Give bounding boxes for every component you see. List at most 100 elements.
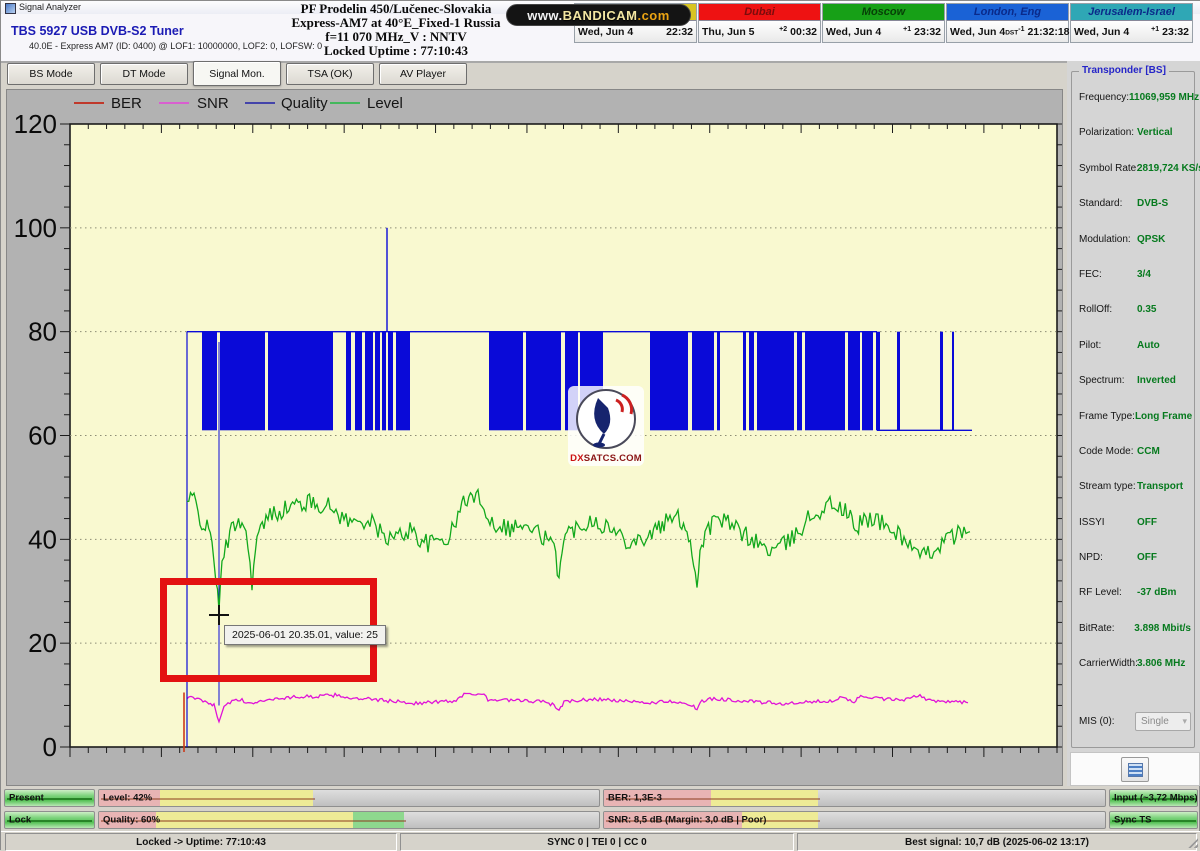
row-label: Code Mode:: [1079, 446, 1137, 457]
series-quality-block: [848, 332, 860, 431]
row-label: ISSYI: [1079, 517, 1137, 528]
y-axis-label-80: 80: [28, 317, 57, 347]
row-value: 11069,959 MHz: [1129, 92, 1199, 103]
series-quality-block: [805, 332, 845, 431]
signal-bar-label: BER: 1,3E-3: [608, 793, 662, 804]
y-axis-label-100: 100: [14, 213, 57, 243]
signal-bar-label: Lock: [9, 815, 31, 826]
series-quality-block: [743, 332, 746, 431]
row-value: Vertical: [1137, 127, 1173, 138]
y-axis-label-20: 20: [28, 628, 57, 658]
legend-label-quality: Quality: [281, 95, 328, 112]
signal-bar-level-42: Level: 42%: [98, 789, 600, 807]
header-note-line-4: Locked Uptime : 77:10:43: [256, 44, 536, 58]
row-value: 0.35: [1137, 304, 1156, 315]
clock-dst-label: DST: [1005, 30, 1018, 37]
series-quality-block: [897, 332, 900, 431]
clock-date: Wed, Jun 4: [826, 26, 881, 38]
series-quality-block: [749, 332, 754, 431]
signal-bar-lock: Lock: [4, 811, 95, 829]
y-axis-label-40: 40: [28, 524, 57, 554]
status-text: Best signal: 10,7 dB (2025-06-02 13:17): [905, 837, 1089, 848]
transponder-row-rf-level: RF Level:-37 dBm: [1079, 587, 1191, 622]
tab-dt-mode[interactable]: DT Mode: [100, 63, 188, 85]
series-quality-block: [526, 332, 561, 431]
series-quality-block: [365, 332, 373, 431]
row-label: Stream type:: [1079, 481, 1137, 492]
tab-signal-mon[interactable]: Signal Mon.: [193, 61, 281, 86]
clock-date: Wed, Jun 4: [950, 26, 1005, 38]
mis-label: MIS (0):: [1079, 716, 1135, 727]
series-quality-block: [489, 332, 523, 431]
signal-bar-label: Sync TS: [1114, 815, 1152, 826]
tab-av-player[interactable]: AV Player: [379, 63, 467, 85]
clock-jerusalem-israel: Jerusalem-IsraelWed, Jun 4+123:32: [1070, 3, 1193, 43]
clock-datetime: Wed, Jun 4+123:32: [823, 21, 944, 42]
series-quality-block: [876, 332, 880, 431]
watermark-suffix: .com: [637, 8, 669, 23]
series-quality-block: [952, 332, 954, 431]
mis-dropdown[interactable]: Single ▾: [1135, 712, 1191, 731]
row-label: Symbol Rate:: [1079, 163, 1137, 174]
row-label: CarrierWidth:: [1079, 658, 1137, 669]
signal-monitor-panel: 020406080100120BERSNRQualityLevel DXSATC…: [6, 89, 1063, 786]
dxsatcs-logo-text: DXSATCS.COM: [568, 453, 644, 464]
clock-time: 23:32: [1162, 26, 1189, 38]
signal-bar-ber-1-3e-3: BER: 1,3E-3: [603, 789, 1106, 807]
transponder-row-code-mode: Code Mode:CCM: [1079, 446, 1191, 481]
row-value: CCM: [1137, 446, 1160, 457]
dxsatcs-logo: DXSATCS.COM: [568, 386, 644, 466]
signal-bar-present: Present: [4, 789, 95, 807]
row-label: Frequency:: [1079, 92, 1129, 103]
transponder-row-spectrum: Spectrum:Inverted: [1079, 375, 1191, 410]
row-label: NPD:: [1079, 552, 1137, 563]
series-quality-block: [220, 332, 265, 431]
list-icon: [1128, 763, 1143, 777]
transponder-row-frequency: Frequency:11069,959 MHz: [1079, 92, 1191, 127]
window-title: Signal Analyzer: [19, 2, 81, 12]
mis-row: MIS (0): Single ▾: [1079, 712, 1191, 731]
status-bar: Locked -> Uptime: 77:10:43SYNC 0 | TEI 0…: [1, 831, 1200, 851]
series-quality-block: [757, 332, 794, 431]
transponder-row-bitrate: BitRate:3.898 Mbit/s: [1079, 623, 1191, 658]
series-quality-block: [346, 332, 351, 431]
clock-date: Wed, Jun 4: [578, 26, 633, 38]
chart-tooltip: 2025-06-01 20.35.01, value: 25: [224, 625, 386, 645]
series-quality-block: [797, 332, 802, 431]
row-value: Inverted: [1137, 375, 1176, 386]
clock-datetime: Wed, Jun 4DST-121:32:18: [947, 21, 1068, 42]
watermark-brand: BANDICAM: [563, 8, 638, 23]
transponder-row-modulation: Modulation:QPSK: [1079, 234, 1191, 269]
header-note-line-2: Express-AM7 at 40°E_Fixed-1 Russia: [256, 16, 536, 30]
signal-bar-input-3-72-mbps: Input (~3,72 Mbps): [1109, 789, 1198, 807]
series-quality-block: [396, 332, 410, 431]
status-section-2: SYNC 0 | TEI 0 | CC 0: [400, 833, 794, 851]
clock-utc-offset: +1: [903, 26, 911, 37]
sidebar-tool-button[interactable]: [1121, 757, 1149, 782]
clock-city-label: Moscow: [823, 4, 944, 21]
tab-tsa-ok[interactable]: TSA (OK): [286, 63, 374, 85]
tab-bs-mode[interactable]: BS Mode: [7, 63, 95, 85]
transponder-row-pilot: Pilot:Auto: [1079, 340, 1191, 375]
signal-bar-quality-60: Quality: 60%: [98, 811, 600, 829]
row-label: Frame Type:: [1079, 411, 1135, 422]
satellite-dish-icon: [568, 386, 644, 452]
signal-bar-sync-ts: Sync TS: [1109, 811, 1198, 829]
row-value: DVB-S: [1137, 198, 1168, 209]
signal-bar-label: Input (~3,72 Mbps): [1114, 793, 1198, 804]
series-quality-block: [355, 332, 362, 431]
transponder-row-standard: Standard:DVB-S: [1079, 198, 1191, 233]
row-label: FEC:: [1079, 269, 1137, 280]
header-strip: Signal Analyzer TBS 5927 USB DVB-S2 Tune…: [1, 1, 1200, 63]
row-value: Long Frame: [1135, 411, 1192, 422]
signal-bar-snr-8-5-db-margin-3-0-db-poor: SNR: 8,5 dB (Margin: 3,0 dB | Poor): [603, 811, 1106, 829]
series-quality-block: [862, 332, 873, 431]
series-quality-block: [650, 332, 688, 431]
watermark-prefix: www.: [527, 8, 562, 23]
clock-date: Thu, Jun 5: [702, 26, 755, 38]
transponder-row-fec: FEC:3/4: [1079, 269, 1191, 304]
tab-bar: BS ModeDT ModeSignal Mon.TSA (OK)AV Play…: [7, 63, 467, 86]
app-icon: [5, 3, 16, 14]
transponder-groupbox-title: Transponder [BS]: [1079, 65, 1169, 76]
row-label: RF Level:: [1079, 587, 1137, 598]
